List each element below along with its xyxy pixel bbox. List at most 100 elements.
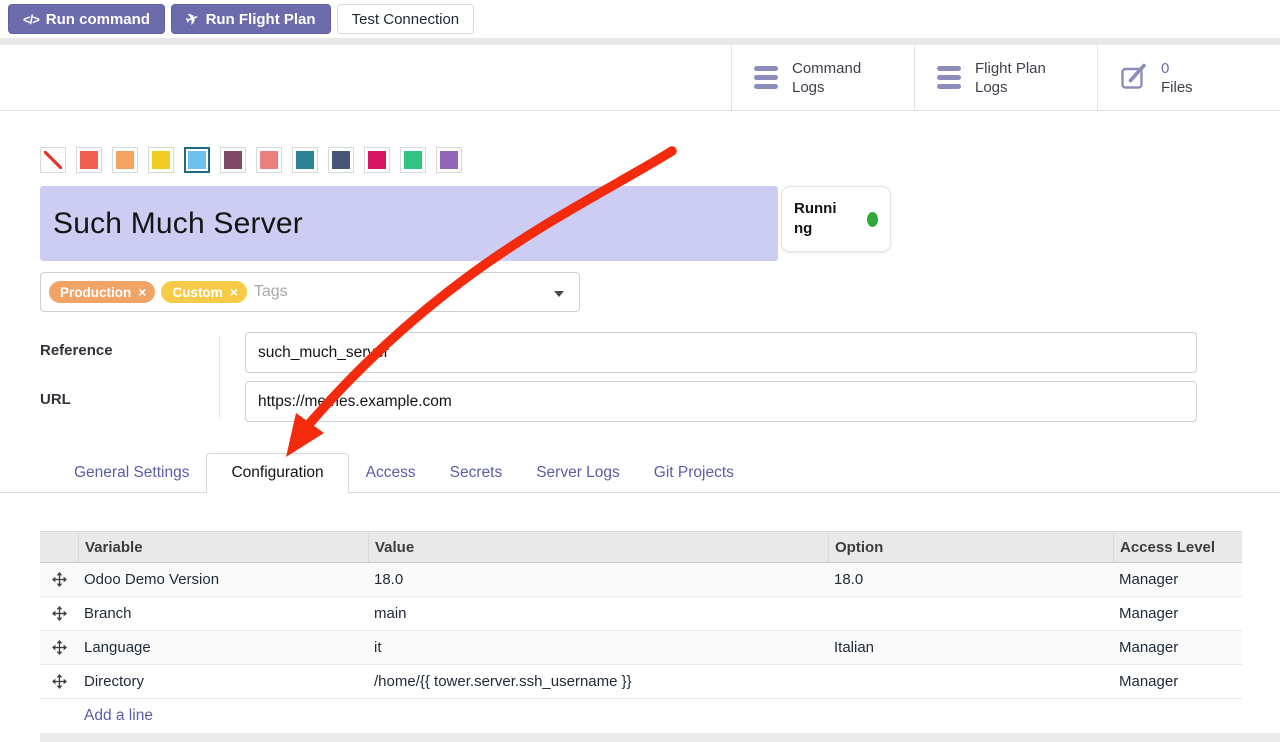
plane-icon: ✈ <box>184 10 201 28</box>
move-icon <box>52 674 67 689</box>
tag-list: Production × Custom × <box>49 281 247 303</box>
list-icon <box>937 66 961 89</box>
title-row: Such Much Server Running <box>40 186 1242 261</box>
color-swatch-purple[interactable] <box>436 147 462 173</box>
tab-secrets[interactable]: Secrets <box>433 453 520 492</box>
color-swatch-raspberry[interactable] <box>364 147 390 173</box>
cell-value[interactable]: /home/{{ tower.server.ssh_username }} <box>368 665 828 698</box>
table-row: Directory /home/{{ tower.server.ssh_user… <box>40 665 1242 699</box>
color-swatch-navy[interactable] <box>328 147 354 173</box>
color-swatch-dark-purple[interactable] <box>220 147 246 173</box>
cell-access-level[interactable]: Manager <box>1113 563 1242 596</box>
cell-variable[interactable]: Odoo Demo Version <box>78 563 368 596</box>
cell-variable[interactable]: Branch <box>78 597 368 630</box>
color-palette <box>40 147 1242 173</box>
cell-variable[interactable]: Directory <box>78 665 368 698</box>
column-header-value: Value <box>368 532 828 562</box>
list-icon <box>754 66 778 89</box>
cell-value[interactable]: main <box>368 597 828 630</box>
drag-handle[interactable] <box>40 665 78 698</box>
color-swatch-no-color[interactable] <box>40 147 66 173</box>
table-row: Odoo Demo Version 18.0 18.0 Manager <box>40 563 1242 597</box>
add-a-line-link[interactable]: Add a line <box>78 699 1242 733</box>
flight-plan-logs-label: Flight Plan Logs <box>975 59 1046 97</box>
color-swatch-salmon[interactable] <box>256 147 282 173</box>
cell-value[interactable]: 18.0 <box>368 563 828 596</box>
color-swatch-green[interactable] <box>400 147 426 173</box>
tab-server-logs[interactable]: Server Logs <box>519 453 637 492</box>
status-button[interactable]: Running <box>781 186 891 252</box>
move-icon <box>52 572 67 587</box>
test-connection-label: Test Connection <box>352 11 460 28</box>
move-icon <box>52 606 67 621</box>
tab-git-projects[interactable]: Git Projects <box>637 453 751 492</box>
code-icon: </> <box>23 12 39 27</box>
column-header-variable: Variable <box>78 532 368 562</box>
run-flight-plan-button[interactable]: ✈ Run Flight Plan <box>171 4 331 34</box>
separator-band <box>0 38 1280 45</box>
tags-field[interactable]: Production × Custom × Tags <box>40 272 580 312</box>
column-header-access-level: Access Level <box>1113 532 1242 562</box>
cell-variable[interactable]: Language <box>78 631 368 664</box>
cell-option[interactable]: Italian <box>828 631 1113 664</box>
status-label: Running <box>794 199 844 239</box>
run-command-button[interactable]: </> Run command <box>8 4 165 34</box>
tag-remove-icon[interactable]: × <box>230 285 238 299</box>
cell-option[interactable]: 18.0 <box>828 563 1113 596</box>
chevron-down-icon[interactable] <box>554 291 564 297</box>
test-connection-button[interactable]: Test Connection <box>337 4 475 34</box>
tag-label: Production <box>60 285 131 300</box>
form-sheet: Such Much Server Running Production×Cust… <box>0 147 1280 733</box>
edit-icon <box>1120 62 1147 94</box>
tag-custom[interactable]: Custom × <box>161 281 246 303</box>
config-table: Variable Value Option Access Level Odoo … <box>40 531 1242 733</box>
files-label: 0 Files <box>1161 59 1193 97</box>
stat-button-row: Command Logs Flight Plan Logs 0 Files <box>0 45 1280 111</box>
drag-handle[interactable] <box>40 597 78 630</box>
config-table-body: Odoo Demo Version 18.0 18.0 Manager Bran… <box>40 563 1242 699</box>
stat-button-command-logs[interactable]: Command Logs <box>731 45 914 110</box>
tab-general-settings[interactable]: General Settings <box>57 453 206 492</box>
config-table-header: Variable Value Option Access Level <box>40 531 1242 563</box>
color-swatch-red[interactable] <box>76 147 102 173</box>
server-name-field[interactable]: Such Much Server <box>40 186 778 261</box>
handle-column-header <box>40 532 78 562</box>
stat-button-flight-plan-logs[interactable]: Flight Plan Logs <box>914 45 1097 110</box>
tags-placeholder: Tags <box>254 283 288 301</box>
run-flight-plan-label: Run Flight Plan <box>206 11 316 28</box>
move-icon <box>52 640 67 655</box>
action-bar: </> Run command ✈ Run Flight Plan Test C… <box>0 0 1280 38</box>
field-group: Reference URL <box>40 332 1242 422</box>
drag-handle[interactable] <box>40 563 78 596</box>
url-input[interactable] <box>245 381 1197 422</box>
tab-bar: General SettingsConfigurationAccessSecre… <box>0 453 1280 493</box>
cell-access-level[interactable]: Manager <box>1113 665 1242 698</box>
column-header-option: Option <box>828 532 1113 562</box>
color-swatch-teal[interactable] <box>292 147 318 173</box>
reference-input[interactable] <box>245 332 1197 373</box>
cell-option[interactable] <box>828 597 1113 630</box>
table-row: Branch main Manager <box>40 597 1242 631</box>
tab-configuration[interactable]: Configuration <box>206 453 348 493</box>
color-swatch-orange[interactable] <box>112 147 138 173</box>
command-logs-label: Command Logs <box>792 59 861 97</box>
config-table-footer: Add a line <box>40 699 1242 733</box>
cell-access-level[interactable]: Manager <box>1113 631 1242 664</box>
cell-access-level[interactable]: Manager <box>1113 597 1242 630</box>
bottom-band <box>40 733 1280 742</box>
run-command-label: Run command <box>46 11 150 28</box>
reference-label: Reference <box>40 332 245 359</box>
url-label: URL <box>40 381 245 408</box>
cell-value[interactable]: it <box>368 631 828 664</box>
status-dot-icon <box>867 212 878 227</box>
color-swatch-light-blue[interactable] <box>184 147 210 173</box>
tag-remove-icon[interactable]: × <box>138 285 146 299</box>
tab-access[interactable]: Access <box>349 453 433 492</box>
color-swatch-yellow[interactable] <box>148 147 174 173</box>
drag-handle[interactable] <box>40 631 78 664</box>
table-row: Language it Italian Manager <box>40 631 1242 665</box>
tag-production[interactable]: Production × <box>49 281 155 303</box>
cell-option[interactable] <box>828 665 1113 698</box>
tag-label: Custom <box>172 285 222 300</box>
stat-button-files[interactable]: 0 Files <box>1097 45 1280 110</box>
